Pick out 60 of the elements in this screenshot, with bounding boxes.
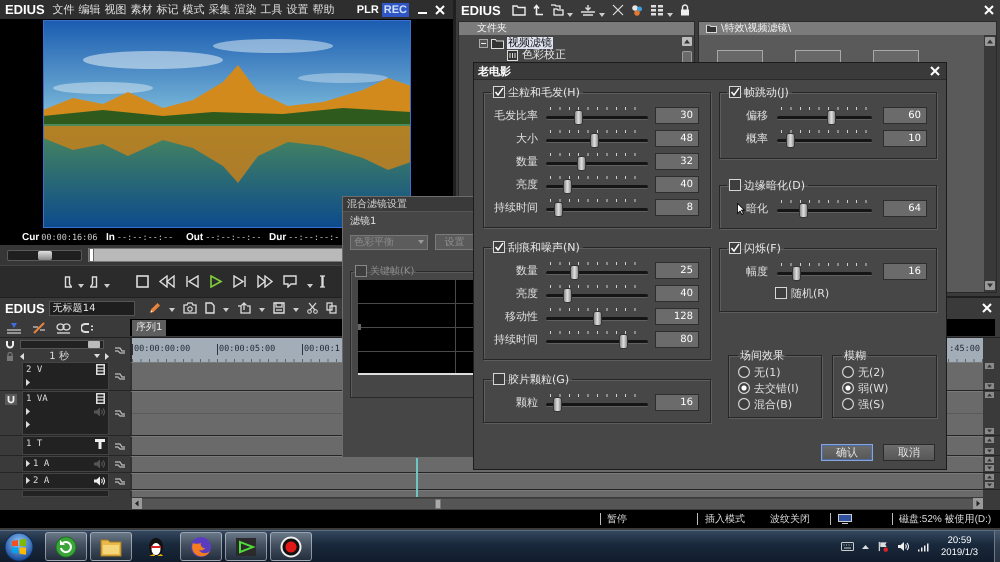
folder-path: \特效\视频滤镜\: [721, 22, 792, 35]
ruler-timecode: :45:00: [949, 344, 980, 355]
app-logo: EDIUS: [5, 300, 45, 316]
radio-label: 去交错(I): [754, 380, 799, 396]
timecode-label: Cur: [22, 232, 40, 242]
slider-label: 亮度: [516, 177, 538, 192]
title-bar: 混合滤镜设置: [343, 197, 473, 212]
timecode-value: --:--:--:--: [205, 232, 262, 242]
ruler-timecode: 00:00:05:00: [219, 344, 276, 355]
slider-label: 颗粒: [516, 395, 538, 410]
slider-label: 持续时间: [494, 332, 538, 347]
radio-label: 无(2): [858, 364, 885, 380]
ruler-timecode: 00:00:1: [304, 344, 340, 355]
status-text: 波纹关闭: [770, 512, 811, 526]
radio-label: 混合(B): [754, 396, 792, 412]
track-name: 2 V: [26, 364, 42, 374]
timecode-label: In: [106, 232, 115, 242]
slider-label: 偏移: [746, 108, 768, 123]
slider-label: 持续时间: [494, 200, 538, 215]
ruler-timecode: 00:00:00:00: [134, 344, 190, 355]
filter-label: 滤镜1: [350, 215, 378, 229]
slider-label: 亮度: [516, 286, 538, 301]
slider-label: 大小: [516, 131, 538, 146]
status-text: 插入模式: [705, 512, 746, 526]
group-label: 胶片颗粒(G): [508, 372, 570, 386]
status-text: 暂停: [607, 512, 628, 526]
timecode-label: Out: [186, 232, 204, 242]
group-label: 边缘暗化(D): [744, 178, 806, 192]
dialog-title: 老电影: [478, 64, 511, 78]
track-name: 2 A: [33, 476, 50, 486]
timecode-label: Dur: [269, 232, 286, 242]
timecode-value: --:--:--:-: [288, 232, 340, 242]
track-name: 1 T: [26, 438, 42, 448]
app-logo: EDIUS: [461, 2, 501, 18]
status-text: 磁盘:52% 被使用(D:): [899, 512, 992, 526]
radio-label: 无(1): [754, 364, 781, 380]
slider-label: 概率: [746, 131, 768, 146]
group-label: 闪烁(F): [744, 240, 781, 256]
slider-label: 数量: [516, 154, 538, 169]
timecode-value: 00:00:16:06: [41, 232, 98, 242]
group-label: 场间效果: [740, 349, 784, 362]
slider-label: 毛发比率: [494, 108, 538, 123]
zoom-level-label: 1 秒: [48, 350, 70, 362]
pane-header: 文件夹: [459, 22, 694, 35]
track-name: 1 VA: [26, 394, 48, 404]
group-label: 帧跳动(J): [744, 84, 789, 100]
group-label: 尘粒和毛发(H): [508, 84, 580, 100]
group-label: 模糊: [844, 349, 866, 362]
checkbox-label: 关键帧(K): [370, 264, 414, 278]
checkbox-label: 随机(R): [791, 286, 830, 300]
radio-label: 弱(W): [858, 380, 888, 396]
slider-label: 移动性: [505, 309, 538, 324]
app-logo: EDIUS: [5, 2, 45, 17]
slider-label: 暗化: [746, 201, 768, 216]
track-name: 1 A: [33, 458, 50, 468]
slider-label: 数量: [516, 263, 538, 278]
timecode-value: --:--:--:--: [116, 232, 174, 242]
group-label: 刮痕和噪声(N): [508, 240, 580, 254]
radio-label: 强(S): [858, 396, 885, 412]
slider-label: 幅度: [746, 264, 768, 279]
